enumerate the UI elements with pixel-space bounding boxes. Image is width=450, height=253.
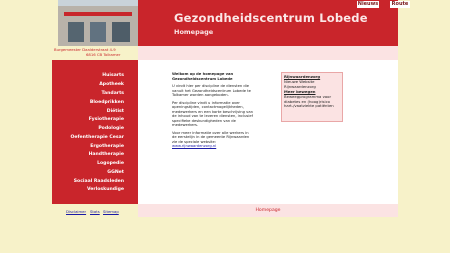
main-content: Welkom op de homepage van Gezondheidscen… — [138, 60, 398, 204]
stats-link[interactable]: Stats — [90, 209, 100, 214]
header-divider-strip — [138, 46, 398, 60]
info-paragraph: Per discipline vindt u informatie over o… — [172, 100, 253, 128]
sidebar-item-ggnet[interactable]: GGNet — [107, 170, 124, 175]
welcome-title: Welkom op de homepage van Gezondheidscen… — [172, 72, 234, 81]
rijnwaardenzorg-link[interactable]: www.rijnwaardenzorg.nl — [172, 144, 216, 148]
address-block: Burgemeester Daalderstraat 4-9 6816 CB T… — [52, 46, 138, 60]
footer-bar: Homepage — [138, 204, 398, 217]
sidebar-item-bloedprikken[interactable]: Bloedprikken — [90, 100, 124, 105]
building-window — [68, 22, 84, 42]
sidebar-item-oefentherapie[interactable]: Oefentherapie Cesar — [70, 135, 124, 140]
news-item-text: Nieuwe Website Rijnwaardenzorg — [284, 79, 316, 89]
sidebar-item-dietist[interactable]: Diëtist — [107, 109, 124, 114]
sidebar-nav: Huisarts Apotheek Tandarts Bloedprikken … — [52, 60, 138, 204]
address-city: 6816 CB Tolkamer — [86, 52, 121, 57]
sidebar-item-logopedie[interactable]: Logopedie — [97, 161, 124, 166]
building-sign-stripe — [64, 12, 132, 16]
more-info-paragraph: Voor meer informatie over alle werkers i… — [172, 130, 250, 144]
sidebar-item-podologie[interactable]: Podologie — [98, 126, 124, 131]
page-subtitle: Homepage — [174, 28, 214, 36]
route-button[interactable]: Route — [390, 1, 410, 8]
intro-paragraph: U vindt hier per discipline de diensten … — [172, 84, 251, 97]
footer-links: Disclaimer Stats Sitemap — [52, 204, 138, 217]
disclaimer-link[interactable]: Disclaimer — [66, 209, 86, 214]
site-title: Gezondheidscentrum Lobede — [174, 11, 368, 25]
header-building-photo — [58, 0, 138, 46]
page-container: Nieuws Route Gezondheidscentrum Lobede H… — [52, 0, 410, 217]
sidebar-item-fysiotherapie[interactable]: Fysiotherapie — [89, 117, 124, 122]
footer-homepage-label: Homepage — [255, 208, 281, 213]
sidebar-item-ergotherapie[interactable]: Ergotherapie — [90, 144, 124, 149]
building-window — [90, 22, 106, 42]
welcome-text: Welkom op de homepage van Gezondheidscen… — [172, 72, 254, 149]
sidebar-item-apotheek[interactable]: Apotheek — [99, 82, 124, 87]
sitemap-link[interactable]: Sitemap — [103, 209, 119, 214]
sidebar-item-handtherapie[interactable]: Handtherapie — [89, 152, 124, 157]
building-window — [112, 22, 130, 42]
news-item-text: Beweegprogramma voor diabetes en (hoog)r… — [284, 94, 334, 109]
sidebar-item-sociaal-raadsleden[interactable]: Sociaal Raadsleden — [74, 179, 124, 184]
sidebar-item-verloskundige[interactable]: Verloskundige — [87, 187, 124, 192]
news-box: Rijnwaardenzorg Nieuwe Website Rijnwaard… — [281, 72, 343, 122]
nieuws-button[interactable]: Nieuws — [357, 1, 379, 8]
sidebar-item-tandarts[interactable]: Tandarts — [102, 91, 125, 96]
sidebar-item-huisarts[interactable]: Huisarts — [102, 73, 124, 78]
